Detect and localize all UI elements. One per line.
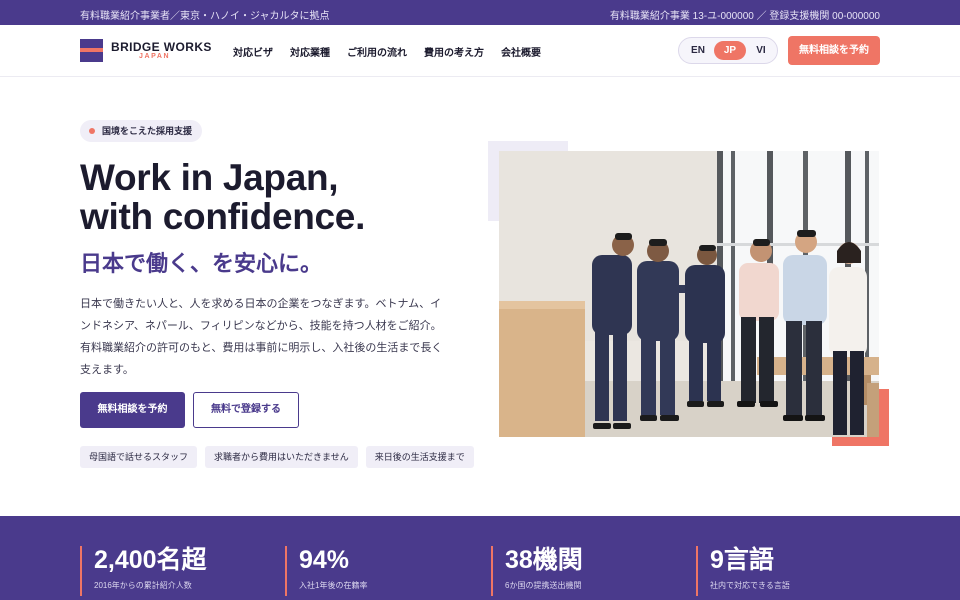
feature-chip-native-staff: 母国語で話せるスタッフ [80, 446, 198, 468]
language-option-jp[interactable]: JP [714, 41, 746, 60]
tag-dot-icon [89, 128, 95, 134]
stat-partners: 38機関 6か国の提携送出機関 [491, 546, 583, 596]
stat-languages: 9言語 社内で対応できる言語 [696, 546, 790, 596]
hero-subheadline: 日本で働く、を安心に。 [80, 251, 323, 276]
stat-value: 9言語 [710, 546, 774, 574]
hero-tag-label: 国境をこえた採用支援 [102, 126, 193, 136]
feature-chip-no-fee: 求職者から費用はいただきません [205, 446, 358, 468]
book-consultation-button[interactable]: 無料相談を予約 [80, 392, 185, 428]
feature-chips: 母国語で話せるスタッフ 求職者から費用はいただきません 来日後の生活支援まで [80, 446, 474, 468]
language-switcher: EN JP VI [678, 37, 778, 64]
language-option-vi[interactable]: VI [745, 41, 777, 60]
register-free-button[interactable]: 無料で登録する [193, 392, 299, 428]
license-locations-text: 有料職業紹介事業者／東京・ハノイ・ジャカルタに拠点 [80, 11, 330, 22]
hero-tag: 国境をこえた採用支援 [80, 120, 203, 142]
feature-chip-life-support: 来日後の生活支援まで [365, 446, 474, 468]
hero-headline-line2: with confidence. [80, 196, 366, 237]
stat-retention: 94% 入社1年後の在籍率 [285, 546, 367, 596]
top-info-bar: 有料職業紹介事業者／東京・ハノイ・ジャカルタに拠点 有料職業紹介事業 13-ユ-… [0, 0, 960, 25]
stat-value: 2,400名超 [94, 546, 207, 574]
main-nav: 対応ビザ 対応業種 ご利用の流れ 費用の考え方 会社概要 [233, 44, 541, 59]
nav-item-flow[interactable]: ご利用の流れ [347, 44, 407, 59]
logo-name[interactable]: BRIDGE WORKS [111, 40, 212, 54]
nav-item-company[interactable]: 会社概要 [501, 44, 541, 59]
logo-icon[interactable] [80, 39, 103, 62]
stat-value: 38機関 [505, 546, 583, 574]
hero-team-photo [499, 151, 879, 437]
hero-headline: Work in Japan, with confidence. [80, 158, 365, 236]
stat-value: 94% [299, 546, 350, 574]
stats-band: 2,400名超 2016年からの累計紹介人数 94% 入社1年後の在籍率 38機… [0, 516, 960, 600]
nav-item-fees[interactable]: 費用の考え方 [424, 44, 484, 59]
header-consultation-button[interactable]: 無料相談を予約 [788, 36, 880, 65]
site-header: BRIDGE WORKS JAPAN 対応ビザ 対応業種 ご利用の流れ 費用の考… [0, 25, 960, 77]
stat-caption: 入社1年後の在籍率 [299, 581, 368, 590]
hero-headline-line1: Work in Japan, [80, 157, 339, 198]
logo-subtitle: JAPAN [139, 53, 171, 60]
stat-caption: 社内で対応できる言語 [710, 581, 790, 590]
license-numbers-text: 有料職業紹介事業 13-ユ-000000 ／ 登録支援機関 00-000000 [609, 11, 880, 22]
nav-item-industries[interactable]: 対応業種 [290, 44, 330, 59]
language-option-en[interactable]: EN [682, 41, 714, 60]
hero-description: 日本で働きたい人と、人を求める日本の企業をつなぎます。ベトナム、インドネシア、ネ… [80, 298, 443, 376]
nav-item-visas[interactable]: 対応ビザ [233, 44, 273, 59]
stat-placements: 2,400名超 2016年からの累計紹介人数 [80, 546, 207, 596]
stat-caption: 2016年からの累計紹介人数 [94, 581, 192, 590]
stat-caption: 6か国の提携送出機関 [505, 581, 582, 590]
